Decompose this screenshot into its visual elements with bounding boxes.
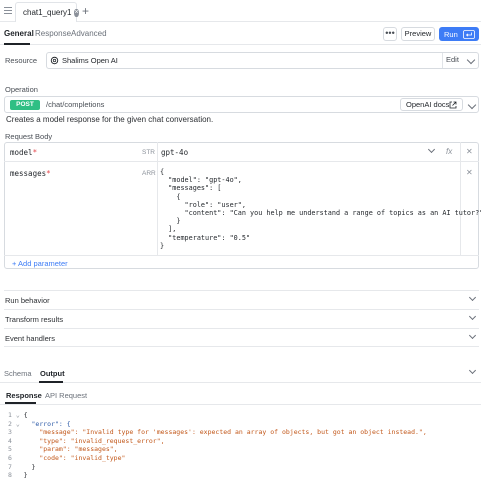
- operation-label: Operation: [5, 85, 38, 94]
- response-viewer: 1 ⌄ { 2 ⌄ "error": { 3 "message": "Inval…: [8, 411, 427, 480]
- active-tab-indicator: [39, 381, 63, 383]
- preview-button[interactable]: Preview: [401, 27, 435, 41]
- param-name-model[interactable]: model*: [10, 148, 37, 157]
- tab-response-body[interactable]: Response: [6, 391, 42, 400]
- code-line: 6 "code": "invalid_type": [8, 454, 427, 463]
- resource-name: Shalims Open AI: [62, 56, 118, 65]
- code-line: 7 }: [8, 463, 427, 472]
- fold-icon[interactable]: ⌄: [16, 411, 20, 419]
- run-button[interactable]: Run: [439, 27, 479, 41]
- param-value-model[interactable]: gpt-4o: [161, 148, 188, 157]
- code-text: "type": "invalid_request_error",: [23, 436, 165, 445]
- close-icon[interactable]: ×: [74, 8, 79, 17]
- section-event-handlers[interactable]: [4, 328, 479, 347]
- fold-icon[interactable]: ⌄: [16, 420, 20, 428]
- edit-resource-button[interactable]: Edit: [446, 55, 459, 64]
- line-number: 5: [8, 445, 12, 454]
- run-label: Run: [444, 29, 458, 39]
- remove-param-icon[interactable]: ✕: [466, 168, 473, 177]
- section-run-behavior[interactable]: [4, 290, 479, 309]
- tab-api-request[interactable]: API Request: [45, 391, 87, 400]
- code-text: "code": "invalid_type": [23, 453, 126, 462]
- add-parameter-button[interactable]: + Add parameter: [12, 259, 68, 268]
- line-number: 7: [8, 462, 12, 471]
- code-line: 8 }: [8, 471, 427, 480]
- code-text: }: [23, 462, 36, 471]
- table-row: [4, 142, 479, 162]
- section-label: Event handlers: [5, 334, 56, 343]
- required-icon: *: [46, 169, 51, 178]
- active-tab-indicator: [4, 43, 30, 45]
- tab-response[interactable]: Response: [35, 29, 71, 38]
- messages-code-editor[interactable]: { "model": "gpt-4o", "messages": [ { "ro…: [160, 168, 481, 250]
- resource-label: Resource: [5, 56, 38, 65]
- tab-schema[interactable]: Schema: [4, 369, 32, 378]
- add-tab-icon[interactable]: +: [82, 4, 89, 18]
- code-text: "message": "Invalid type for 'messages':…: [23, 428, 427, 437]
- line-number: 1: [8, 411, 12, 419]
- section-label: Transform results: [5, 315, 64, 324]
- divider: [4, 255, 479, 256]
- tab-advanced[interactable]: Advanced: [71, 29, 107, 38]
- code-text: "param": "messages",: [23, 445, 118, 454]
- section-transform-results[interactable]: [4, 309, 479, 328]
- divider: [442, 53, 443, 68]
- docs-label: OpenAI docs: [406, 100, 450, 109]
- line-number: 4: [8, 436, 12, 445]
- code-text: }: [23, 471, 28, 480]
- line-number: 8: [8, 471, 12, 480]
- operation-path: /chat/completions: [46, 100, 105, 109]
- param-name-text: messages: [10, 169, 47, 178]
- output-tab-bar: [0, 364, 481, 383]
- code-line: 3 "message": "Invalid type for 'messages…: [8, 428, 427, 437]
- openai-icon: [50, 56, 59, 65]
- code-text: {: [23, 411, 28, 419]
- query-tab[interactable]: chat1_query1 ×: [15, 2, 79, 22]
- divider: [0, 404, 481, 405]
- query-tab-title: chat1_query1: [23, 8, 72, 17]
- tab-output[interactable]: Output: [40, 369, 65, 378]
- code-text: "error": {: [23, 419, 71, 428]
- request-body-label: Request Body: [5, 132, 53, 141]
- line-number: 6: [8, 453, 12, 462]
- remove-param-icon[interactable]: ✕: [466, 147, 473, 156]
- param-name-messages[interactable]: messages*: [10, 169, 51, 178]
- line-number: 2: [8, 419, 12, 428]
- param-type: STR: [142, 149, 155, 156]
- more-button[interactable]: •••: [383, 27, 397, 41]
- divider: [157, 142, 158, 255]
- param-type: ARR: [142, 170, 156, 177]
- method-badge: POST: [10, 100, 40, 110]
- line-number: 3: [8, 428, 12, 437]
- tab-general[interactable]: General: [4, 29, 34, 38]
- section-label: Run behavior: [5, 296, 50, 305]
- operation-description: Creates a model response for the given c…: [6, 115, 214, 124]
- param-name-text: model: [10, 148, 33, 157]
- menu-icon[interactable]: [4, 7, 12, 14]
- docs-button[interactable]: OpenAI docs: [400, 98, 463, 111]
- function-icon[interactable]: fx: [446, 147, 452, 156]
- enter-icon: [462, 29, 475, 39]
- external-link-icon: [449, 101, 457, 109]
- required-icon: *: [32, 148, 38, 157]
- code-line: 5 "param": "messages",: [8, 445, 427, 454]
- code-line: 2 ⌄ "error": {: [8, 420, 427, 429]
- code-line: 4 "type": "invalid_request_error",: [8, 437, 427, 446]
- code-line: 1 ⌄ {: [8, 411, 427, 420]
